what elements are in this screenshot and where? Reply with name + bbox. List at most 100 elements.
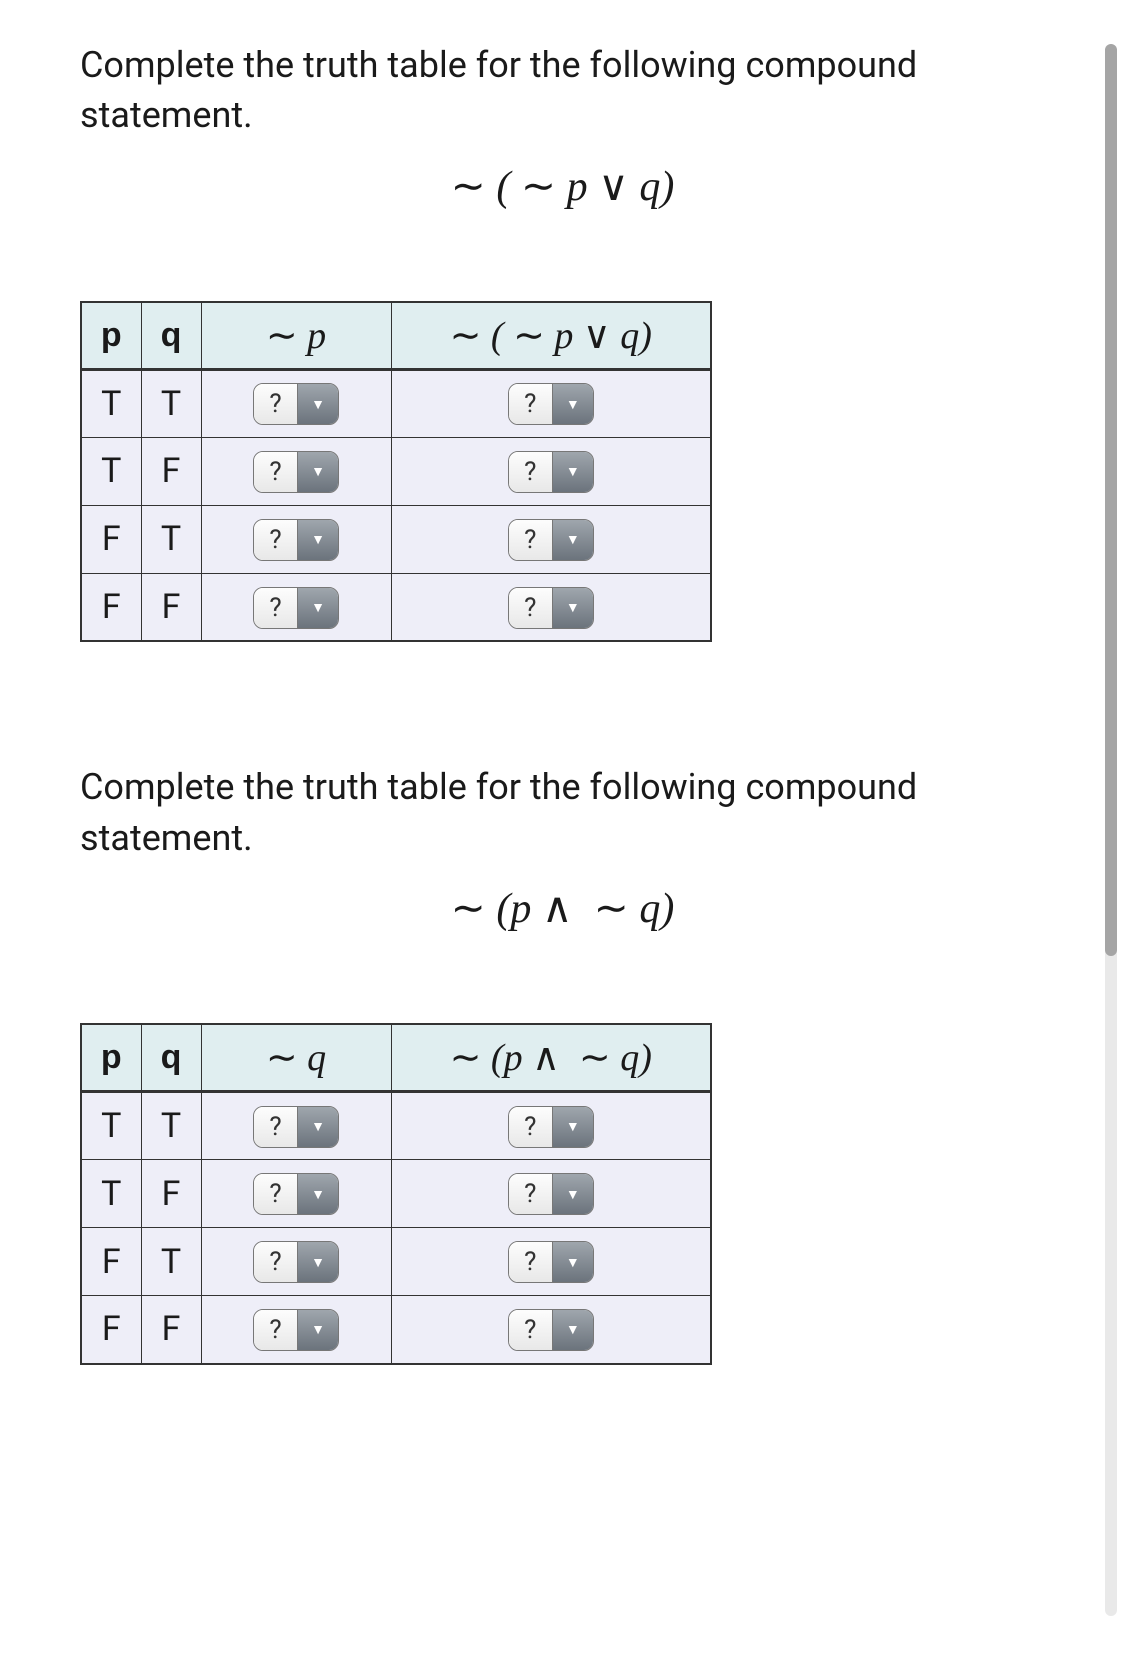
dropdown-compound-row-1[interactable]: ?: [508, 383, 594, 425]
cell-compound: ?: [391, 369, 711, 437]
cell-neg: ?: [201, 1160, 391, 1228]
header-p: p: [81, 302, 141, 370]
cell-p: F: [81, 505, 141, 573]
header-neg-p: ∼ p: [201, 302, 391, 370]
dropdown-value: ?: [254, 1107, 298, 1147]
header-compound-2: ∼ (p ∧ ∼ q): [391, 1024, 711, 1092]
cell-p: T: [81, 437, 141, 505]
cell-neg: ?: [201, 1296, 391, 1364]
problem-2-table-wrapper: p q ∼ q ∼ (p ∧ ∼ q) T T ?: [80, 1023, 1045, 1365]
cell-neg: ?: [201, 369, 391, 437]
dropdown-compound-row-2[interactable]: ?: [508, 451, 594, 493]
dropdown-value: ?: [509, 588, 553, 628]
cell-q: T: [141, 1092, 201, 1160]
table-row: T T ? ?: [81, 369, 711, 437]
cell-q: F: [141, 1160, 201, 1228]
dropdown-value: ?: [509, 1310, 553, 1350]
dropdown-value: ?: [254, 384, 298, 424]
dropdown-neg-p-row-2[interactable]: ?: [253, 451, 339, 493]
cell-q: F: [141, 573, 201, 641]
dropdown-value: ?: [254, 520, 298, 560]
dropdown-neg-p-row-3[interactable]: ?: [253, 519, 339, 561]
cell-compound: ?: [391, 573, 711, 641]
dropdown-compound-row-4[interactable]: ?: [508, 587, 594, 629]
chevron-down-icon: [298, 1174, 338, 1214]
dropdown-neg-q-row-4[interactable]: ?: [253, 1309, 339, 1351]
scrollbar-thumb[interactable]: [1105, 44, 1117, 956]
table-row: T F ? ?: [81, 1160, 711, 1228]
chevron-down-icon: [553, 1107, 593, 1147]
truth-table-2: p q ∼ q ∼ (p ∧ ∼ q) T T ?: [80, 1023, 712, 1365]
chevron-down-icon: [553, 1242, 593, 1282]
header-q: q: [141, 1024, 201, 1092]
cell-q: F: [141, 1296, 201, 1364]
cell-compound: ?: [391, 437, 711, 505]
chevron-down-icon: [553, 384, 593, 424]
cell-p: F: [81, 1296, 141, 1364]
cell-neg: ?: [201, 1092, 391, 1160]
dropdown-value: ?: [509, 384, 553, 424]
problem-2: Complete the truth table for the followi…: [80, 762, 1045, 1364]
dropdown-value: ?: [509, 452, 553, 492]
problem-2-formula: ∼ (p ∧ ∼ q): [80, 883, 1045, 933]
dropdown-neg-q-row-3[interactable]: ?: [253, 1241, 339, 1283]
table-row: T T ? ?: [81, 1092, 711, 1160]
problem-1-prompt: Complete the truth table for the followi…: [80, 40, 1045, 141]
dropdown-compound-row-3[interactable]: ?: [508, 1241, 594, 1283]
chevron-down-icon: [553, 1310, 593, 1350]
cell-compound: ?: [391, 1228, 711, 1296]
dropdown-neg-q-row-1[interactable]: ?: [253, 1106, 339, 1148]
cell-q: F: [141, 437, 201, 505]
cell-neg: ?: [201, 573, 391, 641]
chevron-down-icon: [298, 384, 338, 424]
dropdown-value: ?: [254, 452, 298, 492]
dropdown-neg-q-row-2[interactable]: ?: [253, 1173, 339, 1215]
cell-neg: ?: [201, 505, 391, 573]
problem-2-prompt: Complete the truth table for the followi…: [80, 762, 1045, 863]
chevron-down-icon: [298, 452, 338, 492]
cell-compound: ?: [391, 1092, 711, 1160]
truth-table-1: p q ∼ p ∼ ( ∼ p ∨ q) T T ?: [80, 301, 712, 643]
cell-q: T: [141, 505, 201, 573]
dropdown-compound-row-2[interactable]: ?: [508, 1173, 594, 1215]
dropdown-value: ?: [509, 1242, 553, 1282]
problem-1-table-wrapper: p q ∼ p ∼ ( ∼ p ∨ q) T T ?: [80, 301, 1045, 643]
dropdown-value: ?: [509, 1174, 553, 1214]
header-q: q: [141, 302, 201, 370]
chevron-down-icon: [553, 588, 593, 628]
dropdown-value: ?: [254, 1174, 298, 1214]
dropdown-value: ?: [254, 1242, 298, 1282]
chevron-down-icon: [553, 452, 593, 492]
dropdown-compound-row-3[interactable]: ?: [508, 519, 594, 561]
problem-1: Complete the truth table for the followi…: [80, 40, 1045, 642]
cell-q: T: [141, 369, 201, 437]
dropdown-value: ?: [509, 1107, 553, 1147]
cell-p: T: [81, 1160, 141, 1228]
table-row: F T ? ?: [81, 505, 711, 573]
scrollbar[interactable]: [1105, 44, 1117, 1616]
table-row: T F ? ?: [81, 437, 711, 505]
cell-neg: ?: [201, 1228, 391, 1296]
dropdown-compound-row-4[interactable]: ?: [508, 1309, 594, 1351]
table-row: F F ? ?: [81, 573, 711, 641]
dropdown-value: ?: [509, 520, 553, 560]
chevron-down-icon: [298, 1310, 338, 1350]
cell-p: F: [81, 1228, 141, 1296]
cell-p: T: [81, 369, 141, 437]
cell-compound: ?: [391, 1160, 711, 1228]
cell-compound: ?: [391, 505, 711, 573]
chevron-down-icon: [553, 1174, 593, 1214]
cell-p: F: [81, 573, 141, 641]
cell-p: T: [81, 1092, 141, 1160]
dropdown-neg-p-row-1[interactable]: ?: [253, 383, 339, 425]
dropdown-compound-row-1[interactable]: ?: [508, 1106, 594, 1148]
chevron-down-icon: [298, 520, 338, 560]
table-row: F T ? ?: [81, 1228, 711, 1296]
header-neg-q: ∼ q: [201, 1024, 391, 1092]
cell-compound: ?: [391, 1296, 711, 1364]
chevron-down-icon: [298, 1107, 338, 1147]
chevron-down-icon: [298, 1242, 338, 1282]
header-p: p: [81, 1024, 141, 1092]
chevron-down-icon: [553, 520, 593, 560]
dropdown-neg-p-row-4[interactable]: ?: [253, 587, 339, 629]
